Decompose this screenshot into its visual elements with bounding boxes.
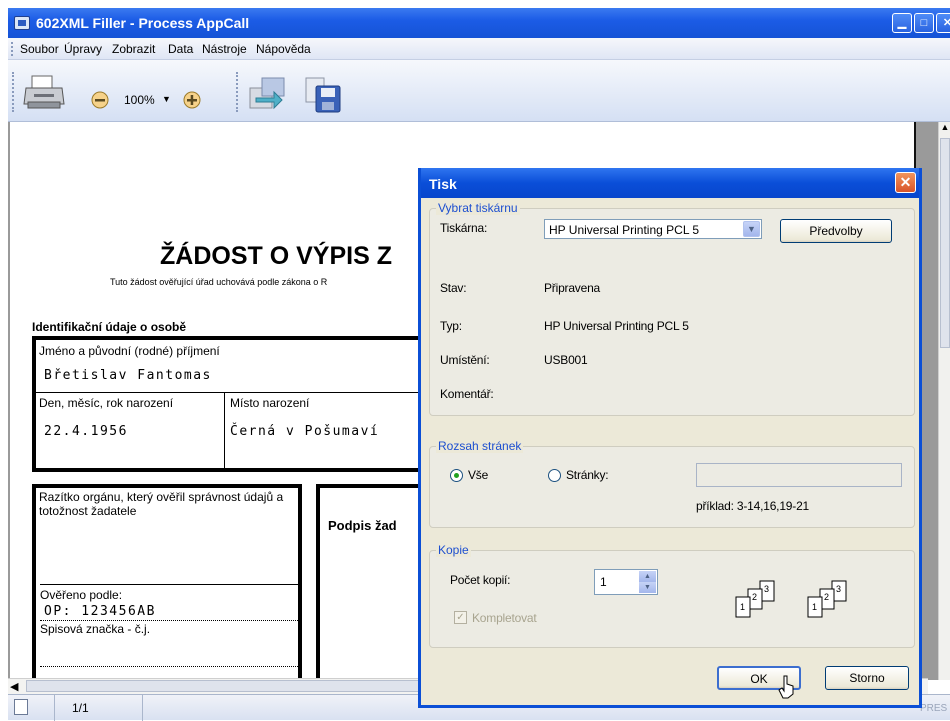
cancel-button[interactable]: Storno bbox=[825, 666, 909, 690]
zoom-out-icon[interactable] bbox=[90, 90, 110, 110]
printer-group: Vybrat tiskárnu Tiskárna: HP Universal P… bbox=[429, 201, 915, 416]
scroll-left-icon[interactable]: ◀ bbox=[10, 680, 18, 693]
zoom-dropdown-icon[interactable]: ▼ bbox=[162, 94, 171, 104]
comment-label: Komentář: bbox=[440, 387, 494, 401]
window-title: 602XML Filler - Process AppCall bbox=[36, 15, 250, 31]
menu-zobrazit[interactable]: Zobrazit bbox=[108, 42, 159, 56]
stamp-box: Razítko orgánu, který ověřil správnost ú… bbox=[32, 484, 302, 680]
divider bbox=[142, 695, 143, 721]
dialog-close-button[interactable]: ✕ bbox=[895, 172, 916, 193]
pages-example: příklad: 3-14,16,19-21 bbox=[696, 499, 810, 513]
dialog-titlebar: Tisk ✕ bbox=[421, 168, 919, 198]
app-icon bbox=[14, 16, 30, 30]
close-window-button[interactable]: ✕ bbox=[936, 13, 950, 33]
toolbar: 100% ▼ bbox=[8, 60, 950, 122]
birthplace-label: Místo narození bbox=[230, 396, 310, 410]
signature-box: Podpis žad bbox=[316, 484, 426, 680]
export-icon[interactable] bbox=[248, 76, 288, 112]
svg-text:3: 3 bbox=[836, 584, 841, 594]
radio-all-label: Vše bbox=[468, 468, 489, 482]
print-icon[interactable] bbox=[22, 74, 66, 112]
printer-group-legend: Vybrat tiskárnu bbox=[436, 201, 520, 215]
status-label: Stav: bbox=[440, 281, 467, 295]
chevron-down-icon[interactable]: ▼ bbox=[743, 221, 760, 237]
collate-label: Kompletovat bbox=[472, 611, 537, 625]
menu-soubor[interactable]: Soubor bbox=[16, 42, 63, 56]
file-label: Spisová značka - č.j. bbox=[40, 622, 151, 636]
collate-checkbox[interactable]: ✓ bbox=[454, 611, 467, 624]
dialog-title: Tisk bbox=[429, 176, 457, 192]
copies-group: Kopie Počet kopií: 1 ▲ ▼ ✓ Kompletovat 3… bbox=[429, 543, 915, 648]
mouse-cursor-icon bbox=[777, 674, 795, 700]
divider bbox=[36, 392, 428, 393]
printer-label: Tiskárna: bbox=[440, 221, 488, 235]
vertical-scrollbar[interactable]: ▲ bbox=[938, 122, 950, 680]
svg-text:3: 3 bbox=[764, 584, 769, 594]
verified-field[interactable]: OP: 123456AB bbox=[44, 604, 156, 619]
svg-text:1: 1 bbox=[812, 602, 817, 612]
name-label: Jméno a původní (rodné) příjmení bbox=[39, 344, 220, 358]
zoom-level[interactable]: 100% bbox=[124, 93, 155, 107]
save-icon[interactable] bbox=[304, 76, 344, 114]
menu-napoveda[interactable]: Nápověda bbox=[252, 42, 315, 56]
stepper-up-icon[interactable]: ▲ bbox=[639, 571, 656, 582]
print-dialog: Tisk ✕ Vybrat tiskárnu Tiskárna: HP Univ… bbox=[418, 168, 922, 708]
preferences-button[interactable]: Předvolby bbox=[780, 219, 892, 243]
menu-nastroje[interactable]: Nástroje bbox=[198, 42, 251, 56]
type-label: Typ: bbox=[440, 319, 462, 333]
menu-upravy[interactable]: Úpravy bbox=[60, 42, 106, 56]
dob-field[interactable]: 22.4.1956 bbox=[44, 424, 128, 439]
scroll-up-icon[interactable]: ▲ bbox=[939, 122, 950, 136]
menu-bar: Soubor Úpravy Zobrazit Data Nástroje Náp… bbox=[8, 38, 950, 60]
divider bbox=[40, 620, 298, 621]
pages-input[interactable] bbox=[696, 463, 902, 487]
stepper-down-icon[interactable]: ▼ bbox=[639, 582, 656, 593]
printer-select[interactable]: HP Universal Printing PCL 5 ▼ bbox=[544, 219, 762, 239]
copies-value: 1 bbox=[600, 575, 607, 589]
page-counter: 1/1 bbox=[72, 701, 89, 715]
radio-pages[interactable] bbox=[548, 469, 561, 482]
identity-table: Jméno a původní (rodné) příjmení Břetisl… bbox=[32, 336, 428, 472]
stamp-label: Razítko orgánu, který ověřil správnost ú… bbox=[39, 490, 284, 518]
page-icon bbox=[14, 699, 28, 715]
location-value: USB001 bbox=[544, 353, 588, 367]
type-value: HP Universal Printing PCL 5 bbox=[544, 319, 689, 333]
zoom-in-icon[interactable] bbox=[182, 90, 202, 110]
birthplace-field[interactable]: Černá v Pošumaví bbox=[230, 424, 379, 439]
mode-indicator: PRES bbox=[920, 703, 948, 714]
status-value: Připravena bbox=[544, 281, 601, 295]
maximize-button[interactable]: □ bbox=[914, 13, 934, 33]
page-range-legend: Rozsah stránek bbox=[436, 439, 524, 453]
radio-pages-label: Stránky: bbox=[566, 468, 609, 482]
page-range-group: Rozsah stránek Vše Stránky: příklad: 3-1… bbox=[429, 439, 915, 528]
collate-pages-icon: 3 2 1 3 2 1 bbox=[734, 577, 854, 623]
minimize-button[interactable]: ▁ bbox=[892, 13, 912, 33]
divider bbox=[224, 392, 225, 472]
form-subtitle: Tuto žádost ověřující úřad uchovává podl… bbox=[110, 277, 328, 287]
divider bbox=[40, 584, 298, 585]
svg-text:1: 1 bbox=[740, 602, 745, 612]
radio-all[interactable] bbox=[450, 469, 463, 482]
section-title: Identifikační údaje o osobě bbox=[32, 320, 187, 334]
divider bbox=[40, 666, 298, 667]
copies-legend: Kopie bbox=[436, 543, 471, 557]
printer-select-value: HP Universal Printing PCL 5 bbox=[549, 223, 700, 237]
toolbar-separator bbox=[236, 72, 239, 112]
svg-text:2: 2 bbox=[824, 592, 829, 602]
signature-label: Podpis žad bbox=[328, 518, 397, 533]
dob-label: Den, měsíc, rok narození bbox=[39, 396, 174, 410]
svg-text:2: 2 bbox=[752, 592, 757, 602]
menu-data[interactable]: Data bbox=[164, 42, 197, 56]
copies-stepper[interactable]: 1 ▲ ▼ bbox=[594, 569, 658, 595]
copies-label: Počet kopií: bbox=[450, 573, 511, 587]
verified-label: Ověřeno podle: bbox=[40, 588, 123, 602]
divider bbox=[54, 695, 55, 721]
menu-grip bbox=[11, 42, 13, 56]
name-field[interactable]: Břetislav Fantomas bbox=[44, 368, 212, 383]
form-heading: ŽÁDOST O VÝPIS Z bbox=[160, 242, 392, 270]
window-titlebar: 602XML Filler - Process AppCall ▁ □ ✕ bbox=[8, 8, 950, 38]
location-label: Umístění: bbox=[440, 353, 490, 367]
scroll-thumb[interactable] bbox=[940, 138, 950, 348]
toolbar-grip bbox=[12, 72, 15, 112]
